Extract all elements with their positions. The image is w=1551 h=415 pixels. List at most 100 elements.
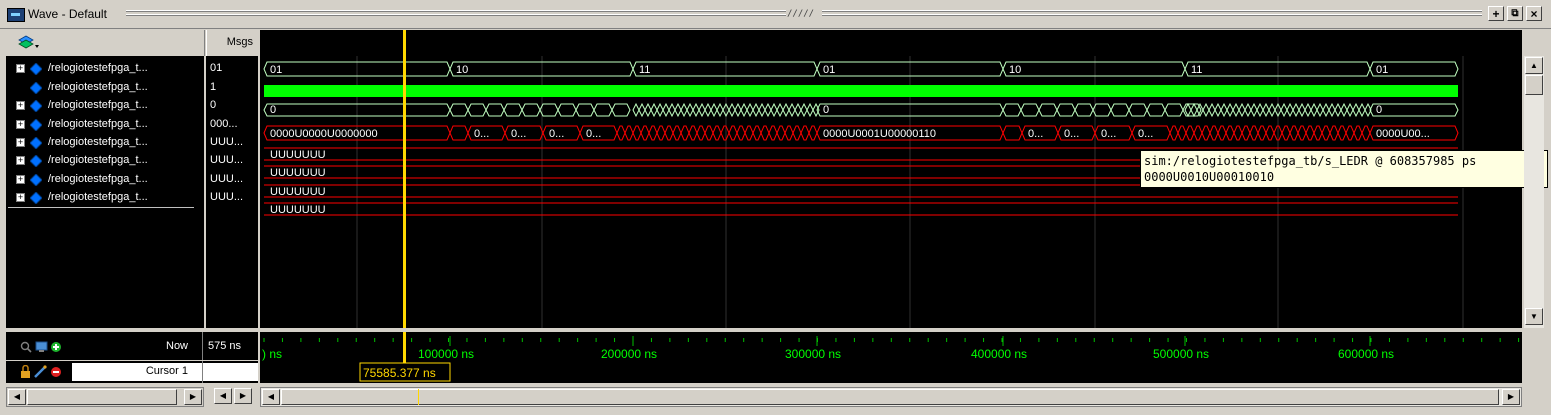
signal-row[interactable]: + /relogiotestefpga_t... <box>6 60 204 78</box>
bus-row2-fast-segment <box>1316 102 1324 118</box>
edit-icon[interactable] <box>34 365 47 378</box>
bus-row3-label: 0000U00... <box>1376 128 1430 140</box>
expand-icon[interactable]: + <box>16 64 25 73</box>
bus-row3-fast-segment <box>1305 125 1315 141</box>
expand-icon[interactable]: + <box>16 156 25 165</box>
name-scroll-right-button[interactable]: ▶ <box>184 389 202 405</box>
title-grip-right[interactable] <box>822 10 1482 12</box>
signal-row[interactable]: /relogiotestefpga_t... <box>6 79 204 97</box>
signal-row[interactable]: + /relogiotestefpga_t... <box>6 116 204 134</box>
signal-name: /relogiotestefpga_t... <box>48 62 148 74</box>
scroll-up-button[interactable]: ▲ <box>1525 57 1543 74</box>
bus-row2-fast-segment <box>1226 102 1234 118</box>
value-scroll-left-button[interactable]: ◀ <box>214 388 232 404</box>
expand-icon[interactable]: + <box>16 175 25 184</box>
dock-button[interactable]: + <box>1488 6 1504 21</box>
monitor-icon[interactable] <box>35 341 48 352</box>
expand-icon[interactable]: + <box>16 138 25 147</box>
timeline-tick-label: 400000 ns <box>971 347 1027 361</box>
bus-row2-fast-segment <box>752 102 760 118</box>
cursor-line-header[interactable] <box>403 30 406 56</box>
bus-row3-fast-segment <box>776 125 786 141</box>
bus-row2-fast-segment <box>1298 102 1306 118</box>
bus-row2-fast-segment <box>1352 102 1360 118</box>
bus-row2-fast-segment <box>1214 102 1222 118</box>
expand-icon[interactable]: + <box>16 120 25 129</box>
vertical-scroll-thumb[interactable] <box>1525 75 1543 95</box>
bus-row2-fast-segment <box>764 102 772 118</box>
layers-icon[interactable] <box>18 35 40 51</box>
bus-row2-clk-segment <box>1182 103 1202 117</box>
bus-row2-fast-segment <box>710 102 718 118</box>
signal-row[interactable]: + /relogiotestefpga_t... <box>6 97 204 115</box>
close-button[interactable]: × <box>1526 6 1542 21</box>
scroll-down-button[interactable]: ▼ <box>1525 308 1543 325</box>
signal-row[interactable]: + /relogiotestefpga_t... <box>6 134 204 152</box>
expand-icon[interactable]: + <box>16 193 25 202</box>
now-icons <box>20 341 61 353</box>
bus-row3-fast-segment <box>1169 125 1179 141</box>
signal-list-end-marker <box>8 207 194 208</box>
wave-scroll-left-button[interactable]: ◀ <box>262 389 280 405</box>
signal-diamond-icon <box>30 119 42 131</box>
cursor-divider <box>202 361 203 383</box>
timeline[interactable]: ) ns 100000 ns 200000 ns 300000 ns 400000 ns… <box>260 332 1522 383</box>
bus-row0-segment <box>1002 61 1186 77</box>
bus-row3-label: 0... <box>474 128 489 140</box>
signal-name-header <box>6 30 205 56</box>
bus-row3-fast-segment <box>1201 125 1211 141</box>
bus-row0-label: 10 <box>456 64 468 76</box>
wave-hscrollbar[interactable]: ◀ ▶ <box>260 387 1522 407</box>
value-hscrollbar[interactable]: ◀ ▶ <box>206 387 258 407</box>
remove-icon[interactable] <box>51 367 61 377</box>
bus-row3-fast-segment <box>736 125 746 141</box>
signal-value: 000... <box>210 118 238 130</box>
bus-row2-fast-segment <box>1190 102 1198 118</box>
signal-row[interactable]: + /relogiotestefpga_t... <box>6 171 204 189</box>
bus-row3-fast-segment <box>1361 125 1371 141</box>
bus-row3-fast-segment <box>1233 125 1243 141</box>
bus-row2-clk-segment <box>521 103 541 117</box>
lock-icon[interactable] <box>21 365 30 379</box>
bus-row2-fast-segment <box>806 102 814 118</box>
bus-row2-fast-segment <box>1346 102 1354 118</box>
signal-row[interactable]: + /relogiotestefpga_t... <box>6 189 204 207</box>
bus-row3-label: 0... <box>511 128 526 140</box>
waveform-area[interactable]: 01 10 11 01 10 11 01 0 0 0 0000U0000U0000000 0... 0.… <box>260 56 1522 328</box>
title-grip-left[interactable] <box>126 10 786 12</box>
signal-row1-high <box>264 85 1458 97</box>
bus-row2-fast-segment <box>1286 102 1294 118</box>
bus-row2-fast-segment <box>716 102 724 118</box>
signal-value: UUU... <box>210 154 243 166</box>
bus-row2-fast-segment <box>1232 102 1240 118</box>
signal-diamond-icon <box>30 100 42 112</box>
signal-row[interactable]: + /relogiotestefpga_t... <box>6 152 204 170</box>
vertical-scrollbar[interactable]: ▲ ▼ <box>1524 56 1544 328</box>
now-row: Now 575 ns <box>6 332 258 360</box>
value-scroll-right-button[interactable]: ▶ <box>234 388 252 404</box>
add-icon[interactable] <box>51 342 61 352</box>
bus-row2-fast-segment <box>680 102 688 118</box>
value-list: 01 1 0 000... UUU... UUU... UUU... UUU... <box>206 56 258 328</box>
float-button[interactable]: ⧉ <box>1507 6 1523 21</box>
zoom-icon[interactable] <box>20 341 32 353</box>
bus-row2-fast-segment <box>782 102 790 118</box>
bus-row2-clk-segment <box>449 103 469 117</box>
timeline-tick-label: 500000 ns <box>1153 347 1209 361</box>
bus-row2-fast-segment <box>1304 102 1312 118</box>
name-hscrollbar[interactable]: ◀ ▶ <box>6 387 204 407</box>
wave-scroll-thumb[interactable] <box>281 389 1499 405</box>
bus-row2-fast-segment <box>632 102 640 118</box>
name-scroll-left-button[interactable]: ◀ <box>8 389 26 405</box>
bus-row3-fast-segment <box>768 125 778 141</box>
expand-icon[interactable]: + <box>16 101 25 110</box>
title-center-grip[interactable]: ///// <box>787 9 814 19</box>
signal-diamond-icon <box>30 137 42 149</box>
bus-row2-clk-segment <box>485 103 505 117</box>
wave-scroll-right-button[interactable]: ▶ <box>1502 389 1520 405</box>
bus-row3-fast-segment <box>744 125 754 141</box>
bus-row2-fast-segment <box>758 102 766 118</box>
bus-row3-fast-segment <box>784 125 794 141</box>
name-scroll-thumb[interactable] <box>27 389 177 405</box>
bus-row3-fast-segment <box>808 125 818 141</box>
